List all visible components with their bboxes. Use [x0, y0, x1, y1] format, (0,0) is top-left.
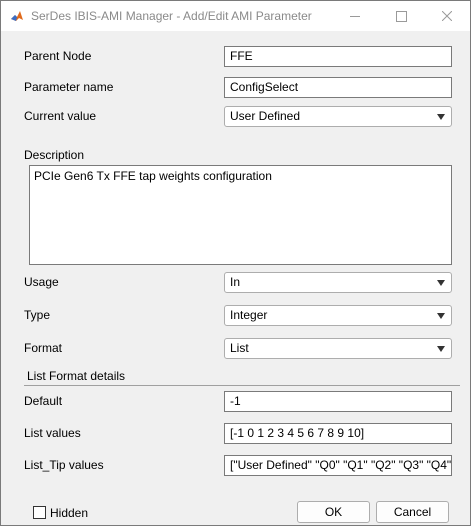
list-values-label: List values — [24, 426, 81, 440]
type-label: Type — [24, 308, 51, 322]
parent-node-field[interactable]: FFE — [224, 46, 452, 67]
matlab-icon — [10, 9, 24, 23]
format-dropdown[interactable]: List — [224, 338, 452, 359]
list-values-field[interactable]: [-1 0 1 2 3 4 5 6 7 8 9 10] — [224, 423, 452, 444]
parent-node-label: Parent Node — [24, 49, 92, 63]
description-label: Description — [24, 148, 85, 162]
usage-dropdown[interactable]: In — [224, 272, 452, 293]
default-field[interactable]: -1 — [224, 391, 452, 412]
dialog-window: SerDes IBIS-AMI Manager - Add/Edit AMI P… — [0, 0, 471, 526]
chevron-down-icon — [437, 280, 445, 286]
minimize-icon — [350, 15, 360, 17]
description-textarea[interactable]: PCIe Gen6 Tx FFE tap weights configurati… — [29, 165, 452, 265]
parameter-name-label: Parameter name — [24, 80, 114, 94]
list-tip-values-field[interactable]: ["User Defined" "Q0" "Q1" "Q2" "Q3" "Q4" — [224, 455, 452, 476]
hidden-checkbox[interactable] — [33, 506, 46, 519]
window-title: SerDes IBIS-AMI Manager - Add/Edit AMI P… — [31, 9, 312, 23]
usage-selected: In — [230, 275, 241, 289]
parameter-name-field[interactable]: ConfigSelect — [224, 77, 452, 98]
close-button[interactable] — [424, 1, 470, 31]
format-label: Format — [24, 341, 63, 355]
chevron-down-icon — [437, 313, 445, 319]
maximize-button[interactable] — [378, 1, 424, 31]
usage-label: Usage — [24, 275, 59, 289]
chevron-down-icon — [437, 346, 445, 352]
cancel-button[interactable]: Cancel — [376, 501, 449, 523]
hidden-checkbox-wrap[interactable]: Hidden — [33, 505, 88, 520]
section-divider — [24, 385, 460, 386]
ok-button[interactable]: OK — [297, 501, 370, 523]
type-selected: Integer — [230, 308, 268, 322]
list-tip-values-label: List_Tip values — [24, 458, 104, 472]
list-format-section-title: List Format details — [27, 369, 126, 383]
minimize-button[interactable] — [332, 1, 378, 31]
maximize-icon — [395, 10, 407, 22]
default-label: Default — [24, 394, 63, 408]
chevron-down-icon — [437, 114, 445, 120]
title-bar[interactable]: SerDes IBIS-AMI Manager - Add/Edit AMI P… — [1, 1, 470, 31]
current-value-label: Current value — [24, 109, 97, 123]
hidden-label: Hidden — [50, 505, 89, 520]
close-icon — [442, 11, 452, 21]
format-selected: List — [230, 341, 249, 355]
current-value-selected: User Defined — [230, 109, 301, 123]
type-dropdown[interactable]: Integer — [224, 305, 452, 326]
current-value-dropdown[interactable]: User Defined — [224, 106, 452, 127]
